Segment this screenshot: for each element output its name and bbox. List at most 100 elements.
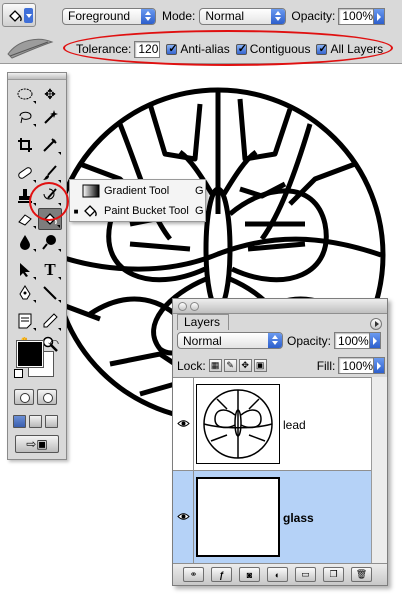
flyout-item-paint-bucket[interactable]: ■ Paint Bucket Tool G [70,201,205,221]
annotation-ellipse-tool [29,182,69,221]
paint-bucket-icon [84,205,97,217]
new-group-button[interactable]: ▭ [295,567,316,582]
type-icon: T [44,260,56,279]
layer-style-button[interactable]: ƒ [211,567,232,582]
dodge-tool[interactable] [38,231,62,253]
eye-icon [177,513,190,520]
quick-mask-button[interactable] [37,389,57,405]
tab-layers-label: Layers [184,315,221,329]
screen-mode-standard[interactable] [13,415,26,428]
tool-preset-picker[interactable] [2,3,36,27]
lock-icon: ▣ [255,360,265,370]
eraser-icon [18,214,32,226]
pen-tool[interactable] [13,282,37,304]
lasso-icon [19,111,32,124]
fill-value: 100% [342,358,374,373]
brush-icon [43,165,57,180]
active-bullet-icon: ■ [73,206,79,216]
brush-icon: ✎ [226,360,234,370]
delete-layer-button[interactable]: 🗑 [351,567,372,582]
layer-opacity-field[interactable]: 100% [334,332,371,349]
tool-flyout-menu: Gradient Tool G ■ Paint Bucket Tool G [69,179,206,222]
layer-row-glass[interactable]: glass [173,471,387,564]
layer-thumbnail-lead [196,384,280,464]
marquee-tool[interactable] [13,83,37,105]
magic-wand-tool[interactable] [38,106,62,128]
fill-source-select[interactable]: Foreground [62,7,156,25]
slice-icon [43,138,57,152]
move-icon: ✥ [44,85,56,102]
flyout-item-gradient[interactable]: Gradient Tool G [70,181,205,201]
mode-select[interactable]: Normal [199,7,287,25]
fill-field[interactable]: 100% [338,357,375,374]
brush-tool[interactable] [38,162,62,184]
adjustment-layer-button[interactable]: ◐ [267,567,288,582]
palette-well-feather-icon [7,38,54,59]
close-button[interactable] [178,302,187,311]
eyedropper-icon [43,313,58,328]
layer-opacity-slider-button[interactable] [370,332,382,349]
lock-position-button[interactable]: ✥ [238,359,252,372]
move-tool[interactable]: ✥ [38,83,62,105]
toolbox: ✥ T ✋ [7,72,67,460]
opacity-label: Opacity: [291,9,336,23]
move-icon: ✥ [241,360,249,370]
flyout-item-label: Paint Bucket Tool [104,205,189,217]
adjustment-icon: ◐ [274,569,281,580]
slice-tool[interactable] [38,134,62,156]
dodge-icon [42,235,56,250]
mode-value: Normal [205,9,245,23]
lock-transparency-button[interactable]: ▦ [208,359,222,372]
lasso-tool[interactable] [13,106,37,128]
line-icon [43,286,57,300]
layer-opacity-label: Opacity: [287,333,332,348]
paint-bucket-icon [9,10,22,22]
layers-titlebar[interactable] [173,299,387,314]
screen-mode-full[interactable] [45,415,58,428]
healing-brush-tool[interactable] [13,162,37,184]
swap-colors-icon[interactable]: ⤺ [48,337,59,348]
lock-all-button[interactable]: ▣ [253,359,267,372]
layer-name: lead [283,418,306,432]
fill-slider-button[interactable] [374,357,386,374]
layer-row-lead[interactable]: lead [173,378,387,471]
lock-pixels-button[interactable]: ✎ [223,359,237,372]
default-colors-icon[interactable] [14,369,23,378]
minimize-button[interactable] [190,302,199,311]
layer-name: glass [283,511,314,525]
opacity-slider-button[interactable] [374,7,386,25]
opacity-value: 100% [342,9,374,23]
screen-mode-full-menu[interactable] [29,415,42,428]
crop-icon [18,138,32,152]
lead-thumbnail-art [203,389,273,459]
blend-mode-select[interactable]: Normal [177,332,283,349]
link-layers-button[interactable]: ⚭ [183,567,204,582]
path-selection-tool[interactable] [13,259,37,281]
type-tool[interactable]: T [38,259,62,281]
visibility-cell[interactable] [173,471,194,563]
layers-scrollbar[interactable] [371,377,387,563]
eyedropper-tool[interactable] [38,310,62,332]
blur-tool[interactable] [13,231,37,253]
crop-tool[interactable] [13,134,37,156]
tab-layers[interactable]: Layers [177,314,229,330]
opacity-field[interactable]: 100% [338,7,375,25]
layer-thumbnail-glass [196,477,280,557]
line-tool[interactable] [38,282,62,304]
flyout-item-shortcut: G [195,185,204,197]
new-layer-button[interactable]: ❐ [323,567,344,582]
imageready-icon: ⇨▣ [26,437,48,451]
chevron-down-icon [24,8,33,23]
standard-mode-button[interactable] [14,389,34,405]
flyout-item-label: Gradient Tool [104,185,170,197]
jump-to-imageready-button[interactable]: ⇨▣ [15,435,59,453]
notes-icon [18,313,32,329]
notes-tool[interactable] [13,310,37,332]
visibility-cell[interactable] [173,378,194,470]
foreground-color-swatch[interactable] [16,340,44,368]
toolbox-titlebar[interactable] [8,73,66,80]
add-mask-button[interactable]: ◙ [239,567,260,582]
palette-menu-button[interactable] [370,318,382,330]
lock-label: Lock: [177,358,206,373]
eye-icon [177,420,190,427]
